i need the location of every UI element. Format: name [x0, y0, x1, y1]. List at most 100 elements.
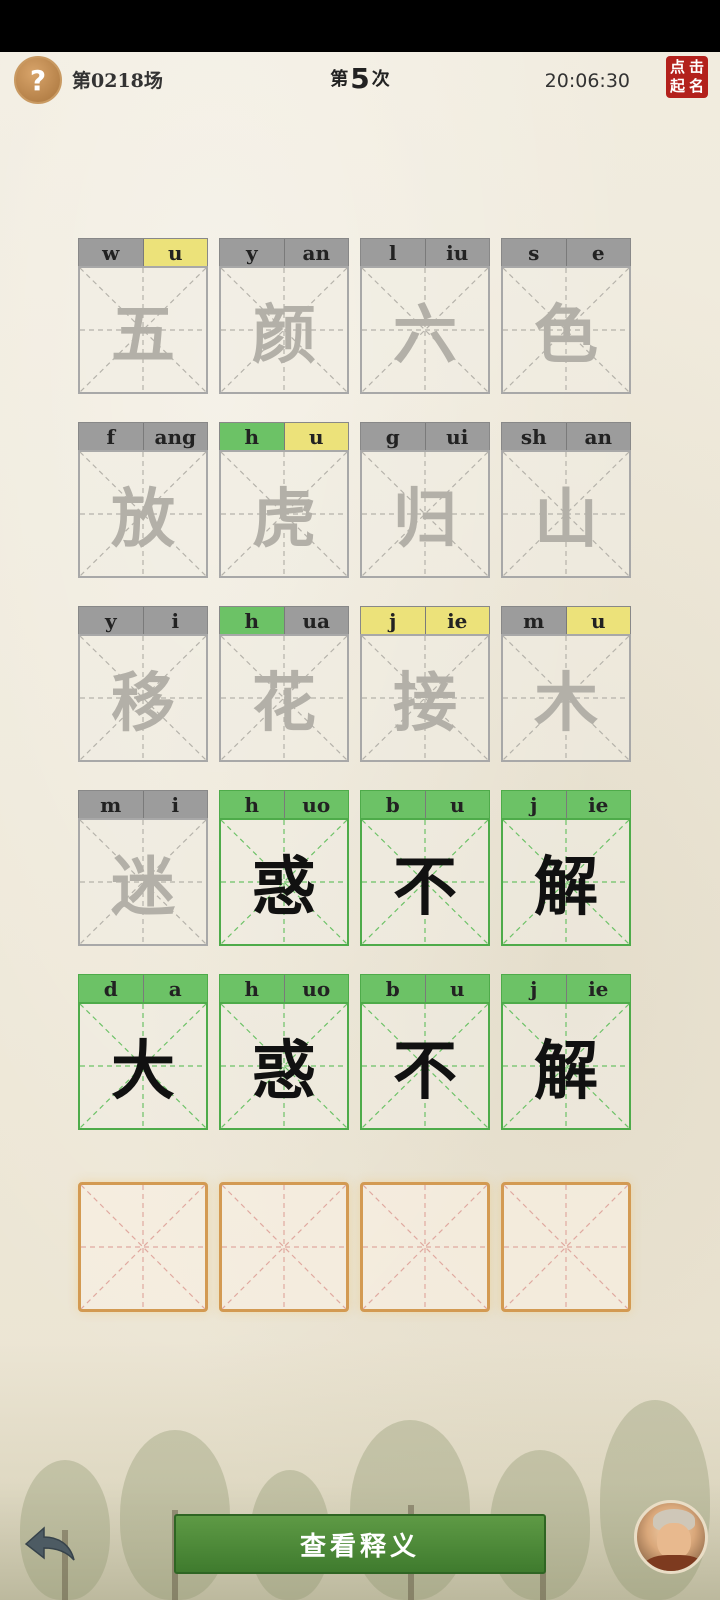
- char-cell: y an 颜: [219, 238, 349, 394]
- char-cell: se 色: [501, 238, 631, 394]
- pinyin-initial: g: [361, 423, 425, 450]
- pinyin-final: ie: [565, 791, 630, 818]
- pinyin-final: u: [565, 607, 630, 634]
- pinyin-initial: f: [79, 423, 143, 450]
- char-cell: j ie 解: [501, 974, 631, 1130]
- char-cell: mi 迷: [78, 790, 208, 946]
- pinyin-final: an: [283, 239, 348, 266]
- char-cell: sh an 山: [501, 422, 631, 578]
- pinyin-final: iu: [424, 239, 489, 266]
- char-box: 解: [501, 1002, 631, 1130]
- char-cell: h ua 花: [219, 606, 349, 762]
- pinyin-initial: h: [220, 607, 284, 634]
- avatar-face: [657, 1523, 691, 1559]
- hanzi-char: 色: [534, 298, 598, 373]
- pinyin-bar: j ie: [501, 790, 631, 818]
- input-slot[interactable]: [219, 1182, 349, 1312]
- pinyin-final: an: [565, 423, 630, 450]
- char-cell: l iu 六: [360, 238, 490, 394]
- pinyin-final: ie: [565, 975, 630, 1002]
- back-arrow-icon: [24, 1526, 75, 1561]
- char-cell: j ie 解: [501, 790, 631, 946]
- char-box: 颜: [219, 266, 349, 394]
- pinyin-bar: mi: [78, 790, 208, 818]
- attempt-number: 5: [350, 62, 370, 95]
- pinyin-bar: hu: [219, 422, 349, 450]
- hanzi-char: 归: [393, 482, 457, 557]
- hanzi-char: 接: [393, 666, 457, 741]
- pinyin-final: i: [142, 791, 207, 818]
- grid-guide-lines: [222, 1185, 346, 1309]
- pinyin-bar: h uo: [219, 790, 349, 818]
- char-box: 放: [78, 450, 208, 578]
- attempt-prefix: 第: [330, 69, 349, 90]
- hanzi-char: 不: [393, 850, 457, 925]
- pinyin-initial: s: [502, 239, 566, 266]
- pinyin-initial: m: [502, 607, 566, 634]
- char-box: 移: [78, 634, 208, 762]
- pinyin-bar: l iu: [360, 238, 490, 266]
- hanzi-char: 大: [111, 1034, 175, 1109]
- seal-char: 击: [688, 58, 704, 76]
- name-seal-button[interactable]: 点 击 起 名: [666, 56, 708, 98]
- pinyin-final: u: [283, 423, 348, 450]
- pinyin-initial: j: [502, 975, 566, 1002]
- hanzi-char: 解: [534, 850, 598, 925]
- view-meaning-button[interactable]: 查看释义: [174, 1514, 546, 1574]
- char-box: 迷: [78, 818, 208, 946]
- char-cell: hu 虎: [219, 422, 349, 578]
- pinyin-initial: h: [220, 423, 284, 450]
- sage-avatar-icon[interactable]: [634, 1500, 708, 1574]
- pinyin-initial: j: [361, 607, 425, 634]
- char-cell: wu 五: [78, 238, 208, 394]
- pinyin-final: ang: [142, 423, 207, 450]
- pinyin-final: e: [565, 239, 630, 266]
- input-slot[interactable]: [78, 1182, 208, 1312]
- pinyin-bar: da: [78, 974, 208, 1002]
- char-box: 归: [360, 450, 490, 578]
- pinyin-bar: h ua: [219, 606, 349, 634]
- hanzi-char: 六: [393, 298, 457, 373]
- pinyin-final: uo: [283, 975, 348, 1002]
- grid-guide-lines: [363, 1185, 487, 1309]
- pinyin-initial: w: [79, 239, 143, 266]
- pinyin-initial: b: [361, 975, 425, 1002]
- pinyin-initial: sh: [502, 423, 566, 450]
- hanzi-char: 虎: [252, 482, 316, 557]
- back-button[interactable]: [22, 1520, 78, 1568]
- char-box: 色: [501, 266, 631, 394]
- char-cell: yi 移: [78, 606, 208, 762]
- hanzi-char: 不: [393, 1034, 457, 1109]
- char-cell: j ie 接: [360, 606, 490, 762]
- pinyin-bar: j ie: [501, 974, 631, 1002]
- pinyin-initial: l: [361, 239, 425, 266]
- char-cell: g ui 归: [360, 422, 490, 578]
- char-box: 大: [78, 1002, 208, 1130]
- pinyin-initial: y: [79, 607, 143, 634]
- pinyin-final: u: [142, 239, 207, 266]
- char-box: 解: [501, 818, 631, 946]
- pinyin-final: ie: [424, 607, 489, 634]
- hanzi-char: 移: [111, 666, 175, 741]
- pinyin-bar: g ui: [360, 422, 490, 450]
- hanzi-char: 山: [534, 482, 598, 557]
- input-slot[interactable]: [360, 1182, 490, 1312]
- seal-char: 点: [669, 58, 685, 76]
- pinyin-bar: sh an: [501, 422, 631, 450]
- char-box: 山: [501, 450, 631, 578]
- hanzi-char: 惑: [252, 850, 316, 925]
- char-cell: bu 不: [360, 790, 490, 946]
- input-slot[interactable]: [501, 1182, 631, 1312]
- char-box: 五: [78, 266, 208, 394]
- char-cell: f ang 放: [78, 422, 208, 578]
- pinyin-initial: d: [79, 975, 143, 1002]
- pinyin-final: ui: [424, 423, 489, 450]
- hanzi-char: 颜: [252, 298, 316, 373]
- hanzi-char: 木: [534, 666, 598, 741]
- pinyin-final: ua: [283, 607, 348, 634]
- seal-char: 名: [688, 77, 704, 95]
- char-box: 惑: [219, 1002, 349, 1130]
- char-cell: bu 不: [360, 974, 490, 1130]
- char-box: 六: [360, 266, 490, 394]
- hanzi-char: 迷: [111, 850, 175, 925]
